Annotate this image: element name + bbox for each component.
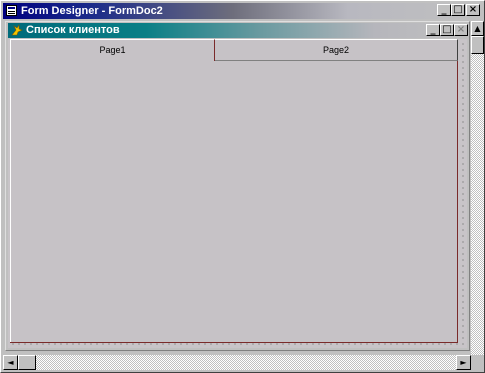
close-icon: × [468, 4, 478, 15]
maximize-icon: □ [453, 4, 463, 15]
form-title-bar[interactable]: Список клиентов _ □ × [8, 23, 468, 38]
vertical-scrollbar[interactable]: ▲ [471, 21, 484, 355]
page1-body[interactable] [10, 61, 457, 342]
outer-window-title: Form Designer - FormDoc2 [21, 5, 163, 17]
left-arrow-icon: ◄ [7, 358, 14, 367]
close-icon: × [456, 24, 466, 35]
form-window-title: Список клиентов [26, 24, 120, 36]
outer-title-bar[interactable]: Form Designer - FormDoc2 _ □ × [3, 3, 482, 19]
up-arrow-icon: ▲ [474, 24, 481, 33]
scroll-up-button[interactable]: ▲ [471, 21, 484, 36]
form-maximize-button[interactable]: □ [440, 24, 454, 36]
pageframe[interactable]: Page1 Page2 [10, 39, 458, 343]
outer-maximize-button[interactable]: □ [451, 4, 465, 16]
horizontal-scroll-thumb[interactable] [18, 355, 36, 370]
form-design-surface[interactable]: Page1 Page2 [8, 39, 467, 348]
form-minimize-button[interactable]: _ [426, 24, 440, 36]
form-designer-icon[interactable] [6, 5, 17, 16]
horizontal-scrollbar[interactable]: ◄ ► [3, 355, 471, 370]
tab-page2-label: Page2 [322, 45, 350, 55]
minimize-icon: _ [430, 24, 436, 35]
fox-icon[interactable] [11, 24, 23, 36]
form-designer-window: Form Designer - FormDoc2 _ □ × Список кл… [0, 0, 485, 373]
scrollbar-corner [471, 355, 484, 370]
tab-page2[interactable]: Page2 [215, 39, 458, 61]
tab-page1[interactable]: Page1 [10, 39, 215, 61]
scroll-left-button[interactable]: ◄ [3, 355, 18, 370]
outer-minimize-button[interactable]: _ [437, 4, 451, 16]
form-close-button[interactable]: × [454, 24, 468, 36]
minimize-icon: _ [441, 4, 447, 15]
tab-page1-label: Page1 [99, 45, 126, 55]
form-window: Список клиентов _ □ × Page1 Page2 [5, 21, 470, 351]
outer-close-button[interactable]: × [466, 4, 480, 16]
vertical-scroll-thumb[interactable] [471, 36, 484, 54]
maximize-icon: □ [442, 24, 452, 35]
right-arrow-icon: ► [460, 358, 467, 367]
scroll-right-button[interactable]: ► [456, 355, 471, 370]
